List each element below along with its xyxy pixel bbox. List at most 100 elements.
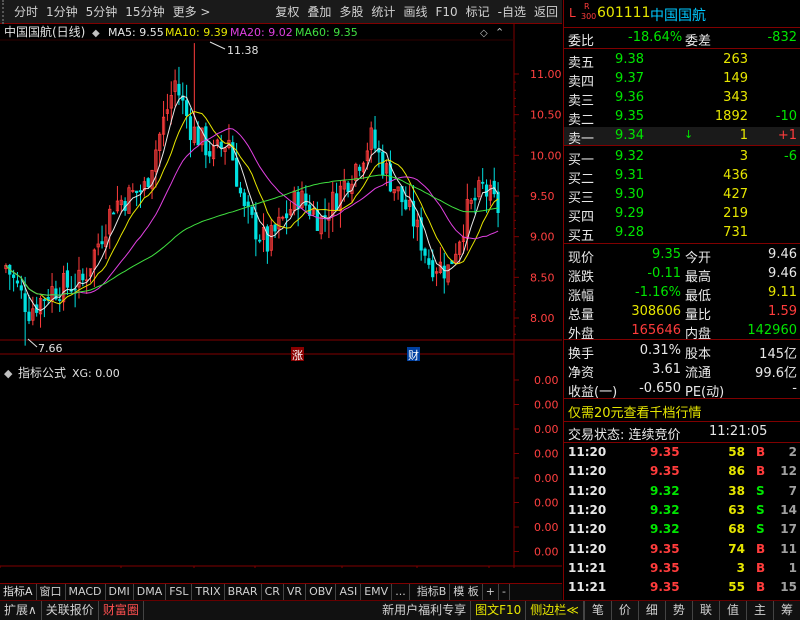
tick-row[interactable]: 11:20 9.35 86 B 12 xyxy=(564,463,800,482)
quote-label: 涨跌 xyxy=(568,270,595,285)
period-button[interactable]: 分时 xyxy=(10,0,42,24)
quote-row[interactable]: 现价 9.35 今开 9.46 xyxy=(564,246,800,266)
indicator-value: XG: 0.00 xyxy=(72,367,120,380)
tab-cr[interactable]: CR xyxy=(262,584,284,600)
chart-expand-icon[interactable]: ⌃ xyxy=(495,26,504,39)
fundamental-row[interactable]: 换手 0.31% 股本 145亿 xyxy=(564,342,800,362)
f10-button[interactable]: F10 xyxy=(431,0,461,24)
tab-add-button[interactable]: + xyxy=(483,584,499,600)
tab-vr[interactable]: VR xyxy=(284,584,307,600)
candle-body xyxy=(188,116,193,141)
draw-line-button[interactable]: 画线 xyxy=(399,0,431,24)
graphic-f10-button[interactable]: 图文F10 xyxy=(471,601,527,620)
related-quotes-button[interactable]: 关联报价 xyxy=(42,601,99,620)
tick-row[interactable]: 11:20 9.35 74 B 11 xyxy=(564,541,800,560)
candle-body xyxy=(146,178,150,188)
tab-price[interactable]: 价 xyxy=(610,601,638,620)
tab-window[interactable]: 窗口 xyxy=(37,584,66,600)
quote-row[interactable]: 涨幅 -1.16% 最低 9.11 xyxy=(564,284,800,304)
fundamental-row[interactable]: 净资 3.61 流通 99.6亿 xyxy=(564,361,800,381)
tab-trix[interactable]: TRIX xyxy=(192,584,225,600)
tick-row[interactable]: 11:20 9.32 68 S 17 xyxy=(564,521,800,540)
statistics-button[interactable]: 统计 xyxy=(367,0,399,24)
promo-text[interactable]: 仅需20元查看千档行情 xyxy=(568,402,702,421)
period-button[interactable]: 5分钟 xyxy=(82,0,122,24)
candle-body xyxy=(196,126,200,146)
restore-rights-button[interactable]: 复权 xyxy=(271,0,303,24)
candle-body xyxy=(358,166,362,171)
tab-macd[interactable]: MACD xyxy=(66,584,106,600)
tab-more[interactable]: ... xyxy=(392,584,410,600)
candle-body xyxy=(404,199,408,210)
stock-code[interactable]: 601111 xyxy=(597,5,650,21)
wealth-circle-button[interactable]: 财富圈 xyxy=(99,601,144,620)
bid-volume: 436 xyxy=(723,168,748,183)
tab-value[interactable]: 值 xyxy=(718,601,746,620)
tab-brar[interactable]: BRAR xyxy=(225,584,262,600)
tab-indicator-a[interactable]: 指标A xyxy=(0,584,37,600)
order-book-ask-row[interactable]: 卖五 9.38 263 xyxy=(564,51,800,71)
back-button[interactable]: 返回 xyxy=(530,0,562,24)
kline-chart[interactable]: 中国国航(日线) MA5: 9.55 MA10: 9.39 MA20: 9.02… xyxy=(0,24,562,568)
tick-time: 11:20 xyxy=(568,502,607,517)
period-button[interactable]: 15分钟 xyxy=(121,0,168,24)
tick-row[interactable]: 11:21 9.35 3 B 1 xyxy=(564,560,800,579)
candle-body xyxy=(15,280,20,284)
tab-emv[interactable]: EMV xyxy=(361,584,393,600)
mark-button[interactable]: 标记 xyxy=(462,0,494,24)
bid-level-label: 买五 xyxy=(568,229,595,244)
chart-options-icon[interactable]: ◇ xyxy=(480,28,488,39)
toolbar-grip[interactable] xyxy=(2,0,10,24)
tick-count: 11 xyxy=(780,541,797,556)
order-book-bid-row[interactable]: 买二 9.31 436 xyxy=(564,167,800,187)
order-book-bid-row[interactable]: 买一 9.32 3 -6 xyxy=(564,148,800,168)
bid-level-label: 买三 xyxy=(568,191,595,206)
tick-row[interactable]: 11:20 9.35 58 B 2 xyxy=(564,444,800,463)
ma-settings-icon[interactable]: ◆ xyxy=(92,28,100,39)
order-book-ask-row[interactable]: 卖二 9.35 1892 -10 xyxy=(564,108,800,128)
candle-body xyxy=(496,191,500,214)
price-axis-tick: 9.50 xyxy=(530,190,555,203)
fundamental-row[interactable]: 收益(一) -0.650 PE(动) - xyxy=(564,380,800,400)
order-book-bid-row[interactable]: 买三 9.30 427 xyxy=(564,186,800,206)
quote-row[interactable]: 总量 308606 量比 1.59 xyxy=(564,303,800,323)
remove-watchlist-button[interactable]: -自选 xyxy=(494,0,530,24)
new-user-benefit-link[interactable]: 新用户福利专享 xyxy=(378,601,472,620)
order-book-bid-row[interactable]: 买四 9.29 219 xyxy=(564,205,800,225)
order-book-ask-row[interactable]: 卖一 9.34 1 +1 ↓ xyxy=(564,127,800,147)
tab-asi[interactable]: ASI xyxy=(336,584,362,600)
candle-body xyxy=(423,248,427,256)
multi-stock-button[interactable]: 多股 xyxy=(335,0,367,24)
tab-fsl[interactable]: FSL xyxy=(166,584,193,600)
tab-detail[interactable]: 细 xyxy=(637,601,665,620)
order-book-bid-row[interactable]: 买五 9.28 731 xyxy=(564,224,800,244)
tab-dma[interactable]: DMA xyxy=(134,584,167,600)
tab-template[interactable]: 模 板 xyxy=(450,584,483,600)
promo-banner[interactable]: 仅需20元查看千档行情 xyxy=(564,401,800,421)
expand-button[interactable]: 扩展∧ xyxy=(0,601,42,620)
order-book-ask-row[interactable]: 卖三 9.36 343 xyxy=(564,89,800,109)
more-periods-button[interactable]: 更多 > xyxy=(169,0,215,24)
tick-row[interactable]: 11:20 9.32 63 S 14 xyxy=(564,502,800,521)
stock-name[interactable]: 中国国航 xyxy=(650,5,706,25)
period-button[interactable]: 1分钟 xyxy=(42,0,82,24)
quote-row[interactable]: 涨跌 -0.11 最高 9.46 xyxy=(564,265,800,285)
indicator-settings-icon[interactable]: ◆ xyxy=(4,367,13,380)
tab-main[interactable]: 主 xyxy=(745,601,773,620)
order-book-ask-row[interactable]: 卖四 9.37 149 xyxy=(564,70,800,90)
tab-related[interactable]: 联 xyxy=(691,601,719,620)
overlay-button[interactable]: 叠加 xyxy=(303,0,335,24)
candle-body xyxy=(208,151,212,157)
tick-row[interactable]: 11:21 9.35 55 B 15 xyxy=(564,579,800,598)
bid-change: -6 xyxy=(784,149,797,164)
sidebar-toggle-button[interactable]: 侧边栏≪ xyxy=(526,601,584,620)
tab-trend[interactable]: 势 xyxy=(664,601,692,620)
tab-dmi[interactable]: DMI xyxy=(106,584,134,600)
tick-row[interactable]: 11:20 9.32 38 S 7 xyxy=(564,483,800,502)
tab-trades[interactable]: 笔 xyxy=(583,601,611,620)
tab-remove-button[interactable]: - xyxy=(499,584,510,600)
tab-chips[interactable]: 筹 xyxy=(772,601,800,620)
tab-obv[interactable]: OBV xyxy=(306,584,337,600)
fundamental-value: 145亿 xyxy=(759,347,797,362)
tab-indicator-b[interactable]: 指标B xyxy=(414,584,451,600)
